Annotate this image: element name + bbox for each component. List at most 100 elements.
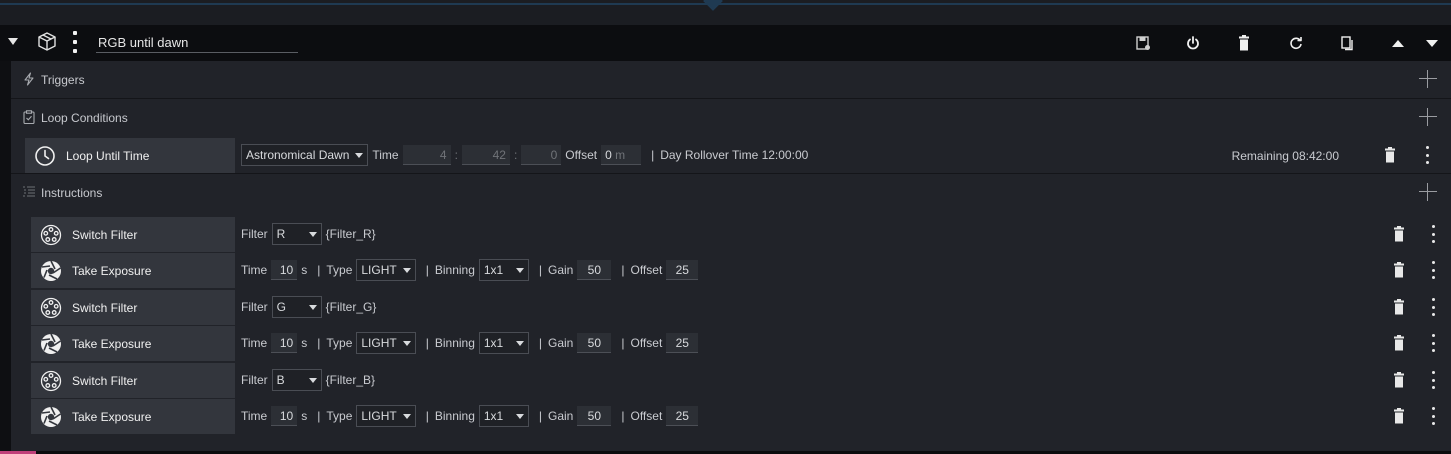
offset-label: Offset bbox=[630, 263, 663, 277]
filter-reference: {Filter_B} bbox=[325, 373, 376, 387]
trash-icon[interactable] bbox=[1393, 299, 1405, 315]
reset-button[interactable] bbox=[1284, 31, 1308, 55]
seconds-field[interactable]: 0 bbox=[521, 145, 562, 165]
switch-filter-row: Switch Filter Filter B {Filter_B} bbox=[11, 362, 1451, 398]
power-button[interactable] bbox=[1181, 31, 1205, 55]
hours-field[interactable]: 4 bbox=[402, 145, 451, 165]
instruction-params: Time 10 s | Type LIGHT | Binning 1x1 | Gain 50 | Offs… bbox=[241, 252, 702, 288]
time-label: Time bbox=[372, 148, 399, 162]
time-source-dropdown[interactable]: Astronomical Dawn bbox=[241, 144, 369, 166]
save-button[interactable] bbox=[1131, 31, 1155, 55]
reset-icon bbox=[1290, 37, 1302, 50]
loop-conditions-label: Loop Conditions bbox=[41, 111, 128, 125]
delete-button[interactable] bbox=[1232, 31, 1256, 55]
loop-until-time-name-box[interactable]: Loop Until Time bbox=[25, 138, 235, 173]
instruction-params: Filter B {Filter_B} bbox=[241, 362, 379, 398]
item-menu-dots-icon[interactable] bbox=[1430, 298, 1436, 316]
filter-wheel-icon bbox=[40, 297, 62, 319]
container-menu-dots-icon[interactable] bbox=[72, 31, 78, 53]
filter-reference: {Filter_G} bbox=[325, 300, 377, 314]
duplicate-button[interactable] bbox=[1335, 31, 1359, 55]
offset-field[interactable]: 0 m bbox=[601, 145, 642, 165]
minutes-field[interactable]: 42 bbox=[461, 145, 510, 165]
separator: | bbox=[621, 263, 625, 277]
take-exposure-row: Take Exposure Time 10 s | Type LIGHT | Binning 1x… bbox=[11, 325, 1451, 361]
trash-icon[interactable] bbox=[1393, 372, 1405, 388]
binning-dropdown[interactable]: 1x1 bbox=[478, 259, 529, 281]
gain-field[interactable]: 50 bbox=[577, 406, 612, 426]
triggers-label: Triggers bbox=[41, 73, 85, 87]
filter-label: Filter bbox=[241, 227, 268, 241]
loop-until-time-label: Loop Until Time bbox=[66, 149, 150, 163]
remaining-time: Remaining 08:42:00 bbox=[1231, 149, 1339, 163]
filter-dropdown[interactable]: G bbox=[271, 296, 322, 318]
dropdown-arrow-icon bbox=[402, 267, 411, 273]
loop-until-time-row: Loop Until Time Astronomical Dawn Time 4… bbox=[11, 137, 1451, 174]
separator: | bbox=[425, 336, 429, 350]
image-type-dropdown[interactable]: LIGHT bbox=[356, 332, 416, 354]
add-loop-condition-plus-icon[interactable] bbox=[1419, 108, 1437, 126]
trash-icon[interactable] bbox=[1384, 147, 1396, 163]
instruction-name-box[interactable]: Switch Filter bbox=[31, 217, 235, 252]
gain-field[interactable]: 50 bbox=[577, 333, 612, 353]
dropdown-arrow-icon bbox=[402, 413, 411, 419]
move-up-button[interactable] bbox=[1386, 31, 1410, 55]
item-menu-dots-icon[interactable] bbox=[1430, 261, 1436, 279]
offset-field[interactable]: 25 bbox=[666, 333, 699, 353]
offset-label: Offset bbox=[630, 336, 663, 350]
sequence-name-input[interactable] bbox=[96, 33, 298, 53]
offset-field[interactable]: 25 bbox=[666, 406, 699, 426]
trash-icon[interactable] bbox=[1393, 262, 1405, 278]
instruction-name-box[interactable]: Take Exposure bbox=[31, 253, 235, 288]
instruction-name-box[interactable]: Take Exposure bbox=[31, 326, 235, 361]
add-instruction-plus-icon[interactable] bbox=[1419, 183, 1437, 201]
binning-dropdown[interactable]: 1x1 bbox=[478, 405, 529, 427]
take-exposure-row: Take Exposure Time 10 s | Type LIGHT | Binning 1x… bbox=[11, 252, 1451, 288]
type-label: Type bbox=[326, 263, 353, 277]
offset-field[interactable]: 25 bbox=[666, 260, 699, 280]
item-menu-dots-icon[interactable] bbox=[1430, 225, 1436, 243]
filter-label: Filter bbox=[241, 300, 268, 314]
exposure-time-field[interactable]: 10 bbox=[271, 333, 298, 353]
dropdown-arrow-icon bbox=[308, 377, 317, 383]
triangle-up-icon bbox=[1392, 40, 1404, 47]
instruction-name-box[interactable]: Take Exposure bbox=[31, 399, 235, 434]
instruction-params: Time 10 s | Type LIGHT | Binning 1x1 | Gain 50 | Offs… bbox=[241, 398, 702, 434]
image-type-dropdown[interactable]: LIGHT bbox=[356, 405, 416, 427]
instruction-params: Filter G {Filter_G} bbox=[241, 289, 380, 325]
top-strip bbox=[0, 0, 1451, 25]
item-menu-dots-icon[interactable] bbox=[1424, 146, 1430, 164]
trash-icon[interactable] bbox=[1393, 408, 1405, 424]
trash-icon[interactable] bbox=[1393, 335, 1405, 351]
image-type-value: LIGHT bbox=[361, 263, 397, 277]
gain-field[interactable]: 50 bbox=[577, 260, 612, 280]
image-type-dropdown[interactable]: LIGHT bbox=[356, 259, 416, 281]
collapse-caret-down-icon[interactable] bbox=[8, 38, 18, 45]
image-type-value: LIGHT bbox=[361, 409, 397, 423]
exposure-time-field[interactable]: 10 bbox=[271, 260, 298, 280]
item-menu-dots-icon[interactable] bbox=[1430, 407, 1436, 425]
time-label: Time bbox=[241, 263, 268, 277]
separator: | bbox=[317, 336, 321, 350]
time-unit: s bbox=[301, 263, 308, 277]
clipboard-icon bbox=[23, 110, 35, 124]
instruction-name-box[interactable]: Switch Filter bbox=[31, 290, 235, 325]
exposure-time-field[interactable]: 10 bbox=[271, 406, 298, 426]
move-down-button[interactable] bbox=[1420, 31, 1444, 55]
list-icon bbox=[23, 186, 35, 197]
filter-dropdown[interactable]: B bbox=[271, 369, 322, 391]
offset-unit: m bbox=[615, 148, 626, 162]
gain-label: Gain bbox=[548, 409, 574, 423]
instruction-name-box[interactable]: Switch Filter bbox=[31, 363, 235, 398]
filter-dropdown[interactable]: R bbox=[271, 223, 322, 245]
aperture-icon bbox=[41, 333, 61, 354]
add-trigger-plus-icon[interactable] bbox=[1419, 70, 1437, 88]
binning-value: 1x1 bbox=[483, 263, 504, 277]
binning-dropdown[interactable]: 1x1 bbox=[478, 332, 529, 354]
colon-separator: : bbox=[513, 148, 518, 162]
separator: | bbox=[538, 336, 542, 350]
item-menu-dots-icon[interactable] bbox=[1430, 334, 1436, 352]
trash-icon[interactable] bbox=[1393, 226, 1405, 242]
lightning-icon bbox=[24, 72, 34, 86]
item-menu-dots-icon[interactable] bbox=[1430, 371, 1436, 389]
